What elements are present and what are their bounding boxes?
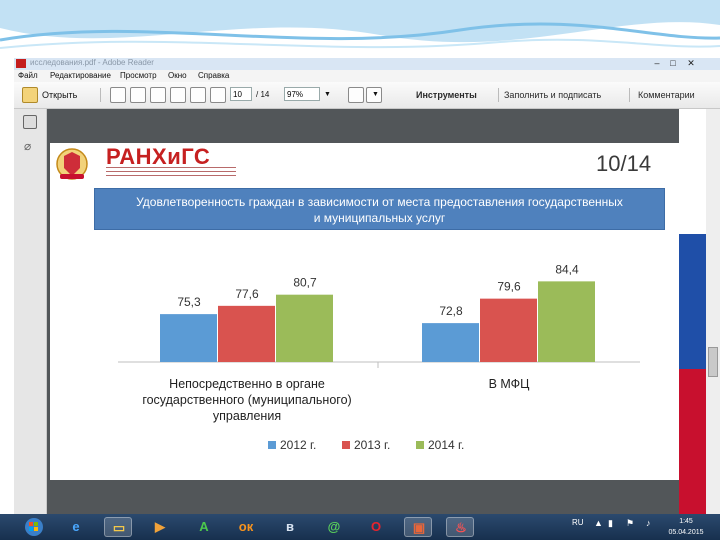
flag-tray-icon[interactable]: ⚑ — [626, 518, 634, 529]
bar-1-1 — [160, 314, 217, 362]
bar-2-3 — [538, 281, 595, 362]
category-label: В МФЦ — [489, 377, 531, 391]
legend-swatch — [416, 441, 424, 449]
data-label: 79,6 — [497, 280, 521, 294]
clock-date: 05.04.2015 — [668, 529, 704, 536]
satisfaction-bar-chart: 75,3 77,6 80,7 Непосредственно в органе госу… — [118, 262, 640, 452]
mail-at-icon[interactable]: @ — [320, 517, 348, 537]
tray-arrow-icon[interactable]: ▲ — [594, 518, 603, 528]
bar-2-1 — [422, 323, 479, 362]
opera-icon[interactable]: O — [362, 517, 390, 537]
legend-swatch — [342, 441, 350, 449]
green-a-icon[interactable]: A — [190, 517, 218, 537]
windows-taskbar: e ▭ ▶ A ок в @ O ▣ ♨ RU ▲ ▮ ⚑ ♪ — [0, 514, 720, 540]
system-clock[interactable]: 1:45 05.04.2015 — [664, 516, 708, 538]
data-label: 77,6 — [235, 287, 259, 301]
bar-1-2 — [218, 305, 275, 362]
category-label: государственного (муниципального) — [142, 393, 351, 407]
category-label: Непосредственно в органе — [169, 377, 325, 391]
windows-start-icon[interactable] — [20, 517, 48, 537]
bar-2-2 — [480, 298, 537, 362]
language-indicator[interactable]: RU — [572, 518, 584, 527]
odnoklassniki-icon[interactable]: ок — [232, 517, 260, 537]
data-label: 84,4 — [555, 262, 579, 276]
legend-label: 2012 г. — [280, 438, 316, 452]
network-icon[interactable]: ▮ — [608, 518, 613, 529]
legend-swatch — [268, 441, 276, 449]
file-explorer-icon[interactable]: ▭ — [104, 517, 132, 537]
data-label: 80,7 — [293, 276, 317, 290]
category-label: управления — [213, 409, 281, 423]
media-player-icon[interactable]: ▶ — [146, 517, 174, 537]
bar-1-3 — [276, 294, 333, 362]
adobe-reader-icon[interactable]: ♨ — [446, 517, 474, 537]
presentation-icon[interactable]: ▣ — [404, 517, 432, 537]
data-label: 72,8 — [439, 304, 463, 318]
vk-icon[interactable]: в — [276, 517, 304, 537]
internet-explorer-icon[interactable]: e — [62, 517, 90, 537]
clock-time: 1:45 — [679, 518, 693, 525]
legend-label: 2014 г. — [428, 438, 464, 452]
data-label: 75,3 — [177, 295, 201, 309]
legend-label: 2013 г. — [354, 438, 390, 452]
volume-icon[interactable]: ♪ — [646, 518, 651, 528]
